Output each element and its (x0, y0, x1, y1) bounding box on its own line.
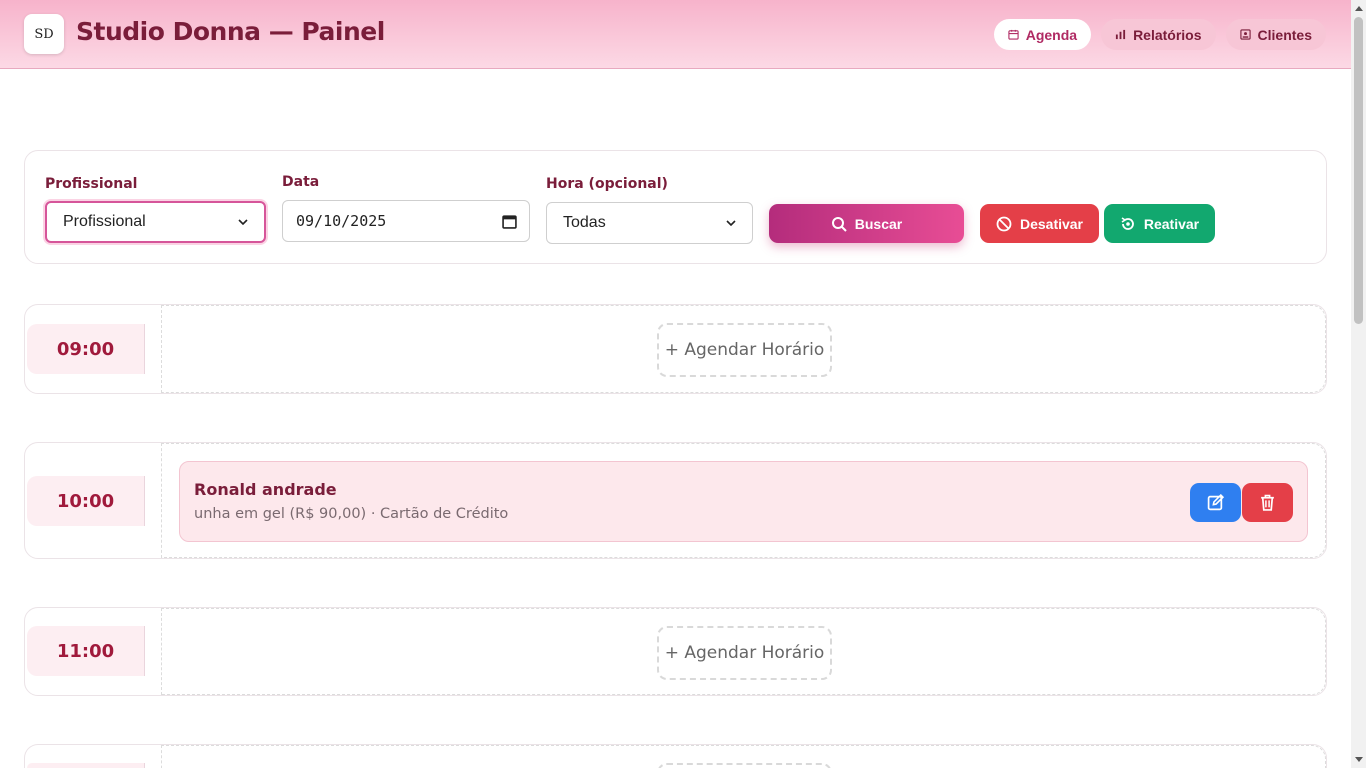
chevron-down-icon (238, 219, 248, 225)
bar-chart-icon (1115, 29, 1126, 40)
hora-label: Hora (opcional) (546, 176, 668, 192)
nav-clientes-button[interactable]: Clientes (1225, 19, 1326, 50)
edit-appointment-button[interactable] (1190, 483, 1241, 522)
nav-relatorios-label: Relatórios (1133, 26, 1202, 43)
profissional-select-value: Profissional (63, 213, 146, 230)
slot-time: 09:00 (27, 324, 145, 374)
reactivate-icon (1121, 216, 1134, 230)
profissional-select[interactable]: Profissional (45, 201, 266, 243)
scroll-up-arrow-icon[interactable] (1355, 6, 1363, 11)
logo-monogram: SD (34, 26, 54, 42)
search-icon (831, 216, 847, 232)
time-slot: 10:00 Ronald andrade unha em gel (R$ 90,… (24, 442, 1327, 559)
nav-relatorios-button[interactable]: Relatórios (1101, 19, 1216, 50)
slot-body: Ronald andrade unha em gel (R$ 90,00) · … (161, 443, 1326, 558)
buscar-label: Buscar (854, 215, 903, 232)
calendar-picker-icon[interactable] (502, 214, 517, 229)
slot-body-partial (161, 745, 1326, 768)
slot-body: + Agendar Horário (161, 608, 1326, 695)
reativar-button[interactable]: Reativar (1104, 204, 1215, 243)
edit-icon (1207, 494, 1224, 511)
studio-logo: SD (24, 14, 64, 54)
desativar-label: Desativar (1019, 215, 1084, 232)
chevron-down-icon (726, 220, 736, 226)
slot-body: + Agendar Horário (161, 305, 1326, 393)
time-slot: 09:00 + Agendar Horário (24, 304, 1327, 394)
contact-card-icon (1239, 29, 1251, 40)
desativar-button[interactable]: Desativar (980, 204, 1099, 243)
calendar-icon (1008, 29, 1019, 40)
time-slot-partial (24, 744, 1327, 768)
slot-time-partial (27, 763, 145, 768)
page-scrollbar[interactable] (1351, 0, 1366, 768)
top-nav: Agenda Relatórios Clientes (993, 19, 1326, 50)
hora-select-value: Todas (563, 214, 606, 231)
profissional-label: Profissional (45, 176, 138, 192)
filter-panel: Profissional Profissional Data 09/10/202… (24, 150, 1327, 264)
slot-time: 11:00 (27, 626, 145, 676)
date-input[interactable]: 09/10/2025 (282, 200, 530, 242)
agendar-horario-button[interactable]: + Agendar Horário (657, 323, 832, 377)
nav-agenda-button[interactable]: Agenda (993, 19, 1092, 50)
data-label: Data (282, 174, 320, 190)
reativar-label: Reativar (1143, 215, 1200, 232)
app-title: Studio Donna — Painel (76, 17, 385, 46)
hora-select[interactable]: Todas (546, 202, 753, 244)
time-slot: 11:00 + Agendar Horário (24, 607, 1327, 696)
nav-clientes-label: Clientes (1257, 26, 1312, 43)
appointment-client: Ronald andrade (194, 480, 337, 499)
slot-time: 10:00 (27, 476, 145, 526)
appointment-card[interactable]: Ronald andrade unha em gel (R$ 90,00) · … (179, 461, 1308, 542)
nav-agenda-label: Agenda (1025, 26, 1078, 43)
agendar-horario-button[interactable]: + Agendar Horário (657, 626, 832, 680)
delete-appointment-button[interactable] (1242, 483, 1293, 522)
page: SD Studio Donna — Painel Agenda Relatóri… (0, 0, 1366, 768)
scroll-down-arrow-icon[interactable] (1355, 757, 1363, 762)
agendar-horario-button-partial[interactable] (657, 763, 832, 768)
block-icon (996, 216, 1012, 231)
trash-icon (1261, 494, 1274, 511)
date-input-value: 09/10/2025 (296, 212, 387, 230)
buscar-button[interactable]: Buscar (769, 204, 964, 243)
scrollbar-thumb[interactable] (1354, 17, 1363, 324)
top-header: SD Studio Donna — Painel Agenda Relatóri… (0, 0, 1351, 69)
appointment-details: unha em gel (R$ 90,00) · Cartão de Crédi… (194, 506, 509, 522)
